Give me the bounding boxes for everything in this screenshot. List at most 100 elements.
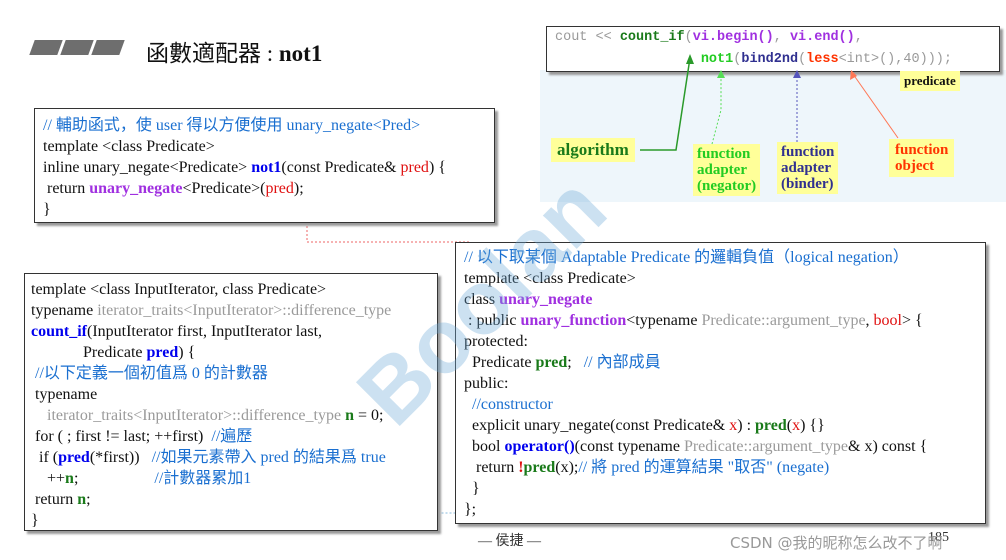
code-token: } [43,201,51,218]
code-token: (const Predicate& [281,159,401,176]
link-not1-to-unary-negate [306,222,470,243]
code-token: & x) const { [848,438,928,455]
code-line: // 以下取某個 Adaptable Predicate 的邏輯負值（logic… [464,247,927,268]
code-line: ++n; //計數器累加1 [31,468,391,489]
code-token: ) {} [800,417,825,434]
code-token: // 輔助函式，使 user 得以方便使用 unary_negate<Pred> [43,117,421,134]
code-token: typename [31,386,98,403]
code-line: return !pred(x);// 將 pred 的運算結果 "取否" (ne… [464,457,927,478]
code-line: } [43,199,446,220]
code-token: (InputIterator first, InputIterator last… [87,323,323,340]
arrowhead [686,54,694,64]
code-token: : public [464,312,521,329]
code-token: ++ [31,470,66,487]
code-token: template <class Predicate> [43,138,215,155]
unary-negate-code: // 以下取某個 Adaptable Predicate 的邏輯負值（logic… [464,247,927,520]
code-token: pred [755,417,787,434]
code-token: inline unary_negate<Predicate> [43,159,252,176]
code-line: explicit unary_negate(const Predicate& x… [464,415,927,436]
arrow-algorithm [640,57,691,151]
code-line: // 輔助函式，使 user 得以方便使用 unary_negate<Pred> [43,115,446,136]
code-token: <typename [626,312,702,329]
code-token: pred [146,344,179,361]
code-token: //以下定義一個初值爲 0 的計數器 [31,365,268,382]
code-token: public: [464,375,509,392]
code-line: typename [31,384,391,405]
code-line: iterator_traits<InputIterator>::differen… [31,405,391,426]
code-token: } [464,480,480,497]
code-token: , [865,312,874,329]
code-token: // 內部成員 [583,354,661,371]
code-line: bool operator()(const typename Predicate… [464,436,927,457]
code-token: unary_function [520,312,627,329]
code-token: n [77,491,87,508]
csdn-watermark: CSDN @我的昵称怎么改不了啊 [730,534,943,552]
code-line: if (pred(*first)) //如果元素帶入 pred 的結果爲 tru… [31,447,391,468]
code-token: return [464,459,519,476]
code-token: if ( [31,449,59,466]
code-token: // 將 pred 的運算結果 "取否" (negate) [578,459,830,476]
code-token: pred [535,354,568,371]
code-token: pred [523,459,556,476]
footer-author: — 侯捷 — [478,534,541,549]
code-line: typename iterator_traits<InputIterator>:… [31,300,391,321]
code-token: pred [58,449,90,466]
code-line: for ( ; first != last; ++first) //遍歷 [31,426,391,447]
arrowhead [717,70,725,78]
code-line: protected: [464,331,927,352]
code-token: ); [293,180,304,197]
code-token: = 0; [353,407,384,424]
code-token: protected: [464,333,528,350]
code-line: template <class Predicate> [464,268,927,289]
code-token: return [31,491,78,508]
code-line: inline unary_negate<Predicate> not1(cons… [43,157,446,178]
code-line: return n; [31,489,391,510]
code-token: for ( ; first != last; ++first) [31,428,212,445]
arrowhead [793,70,801,78]
code-token: x [792,417,801,434]
code-line: //constructor [464,394,927,415]
code-token: count_if [31,323,87,340]
code-token: (*first)) [89,449,152,466]
code-token: iterator_traits<InputIterator>::differen… [31,407,346,424]
unary-negate-code-box: // 以下取某個 Adaptable Predicate 的邏輯負值（logic… [455,242,986,524]
code-line: Predicate pred; // 內部成員 [464,352,927,373]
code-token: > { [902,312,923,329]
count-if-code-box: template <class InputIterator, class Pre… [24,273,438,531]
code-token: //遍歷 [211,428,253,445]
code-token: not1 [251,159,282,176]
code-token: class [464,291,500,308]
code-token: pred [400,159,429,176]
code-token: ) { [428,159,446,176]
arrow-function-object [852,73,899,139]
code-line: //以下定義一個初值爲 0 的計數器 [31,363,391,384]
code-token: } [31,512,39,529]
not1-code-box: // 輔助函式，使 user 得以方便使用 unary_negate<Pred>… [34,108,495,223]
code-token: (x); [555,459,579,476]
arrow-negator [711,74,722,145]
code-token: ) : [737,417,756,434]
code-token: Predicate [31,344,147,361]
code-token: ) { [178,344,196,361]
code-token: (const typename [574,438,684,455]
code-line: Predicate pred) { [31,342,391,363]
code-token: // 以下取某個 Adaptable Predicate 的邏輯負值（logic… [464,249,909,266]
code-token: n [65,470,74,487]
code-token: //constructor [464,396,553,413]
code-line: } [31,510,391,531]
code-line: : public unary_function<typename Predica… [464,310,927,331]
code-line: }; [464,499,927,520]
code-token: <Predicate>( [182,180,266,197]
code-token: return [43,180,90,197]
code-line: template <class Predicate> [43,136,446,157]
code-token: unary_negate [499,291,593,308]
code-token: //如果元素帶入 pred 的結果爲 true [151,449,386,466]
code-token: bool [464,438,505,455]
code-token: ; [86,491,91,508]
code-token: Predicate [464,354,536,371]
code-token: explicit unary_negate(const Predicate& [464,417,730,434]
code-line: } [464,478,927,499]
code-token: template <class Predicate> [464,270,636,287]
code-line: public: [464,373,927,394]
code-token: n [345,407,354,424]
